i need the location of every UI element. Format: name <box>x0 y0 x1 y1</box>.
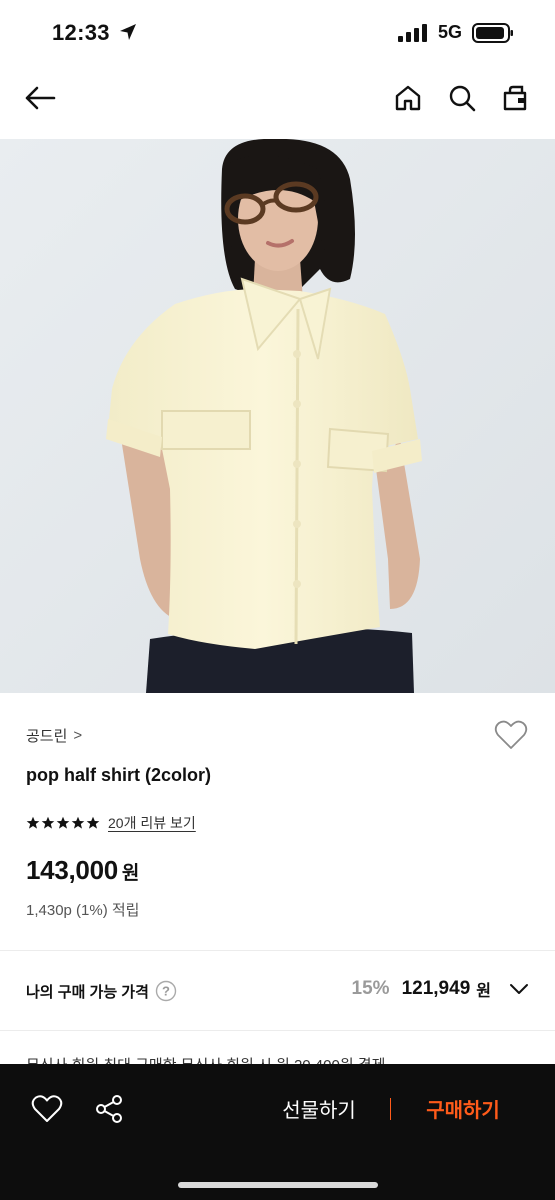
brand-link[interactable]: 공드린 > <box>26 725 82 746</box>
review-link[interactable]: 20개 리뷰 보기 <box>108 813 196 833</box>
help-glyph: ? <box>162 984 170 999</box>
gift-button[interactable]: 선물하기 <box>262 1088 376 1128</box>
button-separator <box>390 1098 391 1120</box>
home-button[interactable] <box>390 80 426 116</box>
shopping-bag-icon <box>503 85 527 111</box>
model-wearing-shirt-illustration <box>0 139 555 693</box>
bag-button[interactable] <box>497 80 533 116</box>
battery-icon <box>472 23 513 43</box>
home-icon <box>395 85 421 111</box>
divider <box>0 950 555 951</box>
location-arrow-icon <box>120 24 136 40</box>
divider <box>0 1030 555 1031</box>
wishlist-heart-icon[interactable] <box>30 1094 64 1124</box>
my-price-unit: 원 <box>476 983 491 1000</box>
help-icon[interactable]: ? <box>155 980 177 1002</box>
chevron-down-icon[interactable] <box>509 983 529 995</box>
price-row: 143,000 원 <box>26 855 139 886</box>
star-icon <box>41 816 55 829</box>
cellular-signal-icon <box>398 24 427 42</box>
brand-name: 공드린 <box>26 728 68 745</box>
my-price-amount: 121,949 <box>401 978 471 999</box>
status-bar: 12:33 5G <box>0 0 555 64</box>
rating-stars <box>26 816 100 830</box>
reward-points: 1,430p (1%) 적립 <box>26 902 140 919</box>
star-icon <box>56 816 70 829</box>
star-icon <box>71 816 85 829</box>
discount-rate: 15% <box>351 978 390 999</box>
home-indicator <box>178 1182 378 1188</box>
share-icon[interactable] <box>94 1094 124 1124</box>
network-label: 5G <box>438 22 463 42</box>
top-nav-bar <box>0 64 555 138</box>
my-price-row[interactable]: 나의 구매 가능 가격 ? 15% 121,949 원 <box>0 965 555 1019</box>
my-price-label: 나의 구매 가능 가격 <box>26 983 149 1001</box>
price-unit: 원 <box>121 863 140 884</box>
my-price-label-group: 나의 구매 가능 가격 ? <box>26 980 177 1002</box>
rating-row: 20개 리뷰 보기 <box>26 813 196 833</box>
my-price-value-group: 15% 121,949 원 <box>352 977 529 1001</box>
arrow-left-icon <box>25 86 56 110</box>
price-amount: 143,000 <box>26 855 118 885</box>
search-button[interactable] <box>444 80 480 116</box>
search-icon <box>449 85 476 112</box>
like-heart-icon[interactable] <box>494 719 528 751</box>
star-icon <box>26 816 40 829</box>
chevron-right-icon: > <box>73 727 83 744</box>
product-image[interactable] <box>0 139 555 693</box>
status-time: 12:33 <box>52 20 110 45</box>
buy-button[interactable]: 구매하기 <box>404 1088 522 1128</box>
product-name: pop half shirt (2color) <box>26 765 212 785</box>
bottom-action-bar: 선물하기 구매하기 <box>0 1064 555 1200</box>
star-icon <box>86 816 100 829</box>
back-button[interactable] <box>22 80 58 116</box>
